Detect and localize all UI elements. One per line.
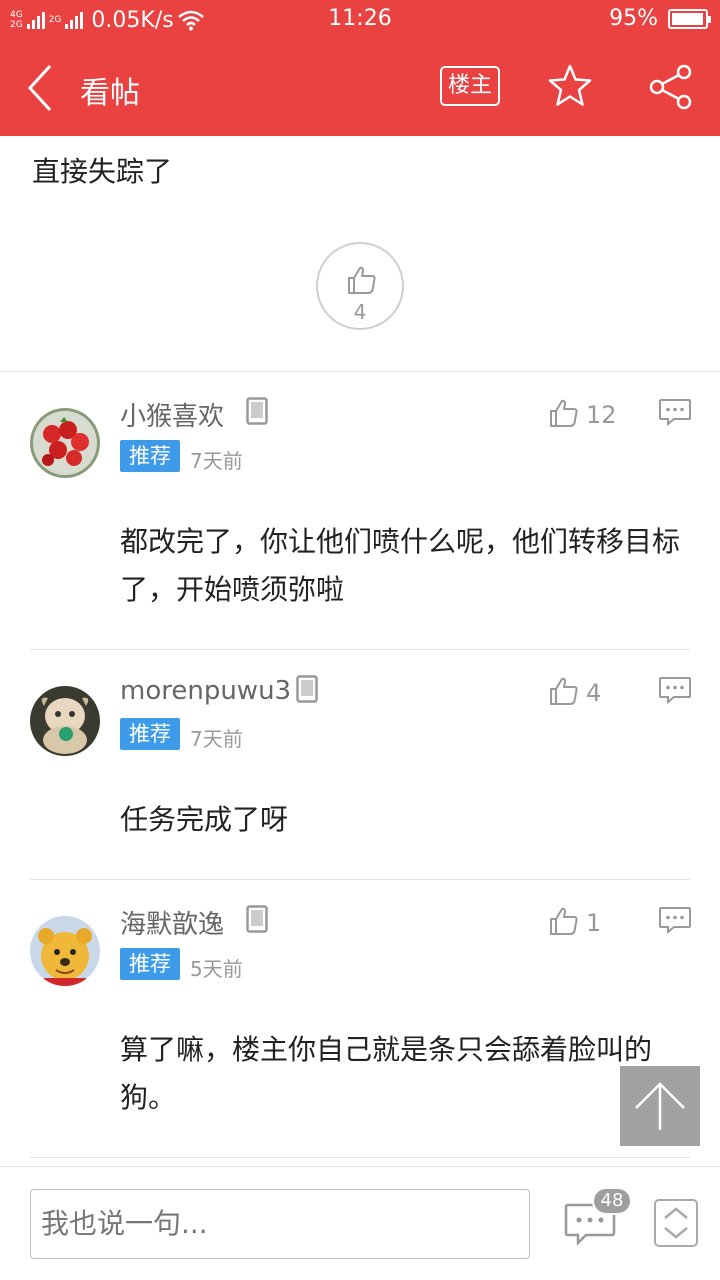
divider bbox=[30, 649, 690, 650]
divider bbox=[30, 1157, 690, 1158]
arrow-up-icon bbox=[635, 1082, 685, 1130]
post-like-button[interactable]: 4 bbox=[316, 242, 404, 330]
nav-bar: 看帖 楼主 bbox=[0, 40, 720, 136]
favorite-button[interactable] bbox=[546, 62, 594, 110]
bottom-bar: 我也说一句... 48 bbox=[0, 1166, 720, 1280]
comment-username[interactable]: 小猴喜欢 bbox=[120, 396, 224, 433]
back-button[interactable] bbox=[22, 60, 62, 116]
comment-count-badge: 48 bbox=[592, 1187, 632, 1215]
back-to-top-button[interactable] bbox=[620, 1066, 700, 1146]
recommend-badge: 推荐 bbox=[120, 948, 180, 980]
thumbs-up-icon[interactable] bbox=[548, 397, 580, 429]
comment-like-count: 12 bbox=[586, 401, 617, 429]
chevron-up-down-icon bbox=[664, 1207, 688, 1239]
owner-only-button[interactable]: 楼主 bbox=[440, 66, 500, 106]
star-icon bbox=[548, 64, 592, 106]
reply-icon[interactable] bbox=[658, 398, 692, 426]
battery-area: 95% bbox=[609, 6, 711, 31]
avatar[interactable] bbox=[30, 686, 100, 756]
share-button[interactable] bbox=[648, 64, 694, 110]
thumbs-up-icon[interactable] bbox=[548, 905, 580, 937]
comment-text: 任务完成了呀 bbox=[120, 803, 289, 836]
recommend-badge: 推荐 bbox=[120, 440, 180, 472]
comment-like-count: 4 bbox=[586, 679, 602, 707]
comment-username[interactable]: morenpuwu3 bbox=[120, 676, 291, 706]
comment-text: 算了嘛，楼主你自己就是条只会舔着脸叫的狗。 bbox=[120, 1033, 653, 1114]
avatar[interactable] bbox=[30, 916, 100, 986]
recommend-badge: 推荐 bbox=[120, 718, 180, 750]
avatar[interactable] bbox=[30, 408, 100, 478]
divider bbox=[30, 879, 690, 880]
post-like-count: 4 bbox=[353, 300, 367, 324]
comment-time: 5天前 bbox=[190, 957, 243, 981]
page-title: 看帖 bbox=[80, 76, 140, 111]
status-bar: 4G 2G 2G 0.05K/s 11:26 95% bbox=[0, 0, 720, 40]
reply-icon[interactable] bbox=[658, 676, 692, 704]
comment-time: 7天前 bbox=[190, 727, 243, 751]
reply-icon[interactable] bbox=[658, 906, 692, 934]
phone-icon bbox=[246, 905, 268, 933]
chevron-left-icon bbox=[27, 64, 52, 112]
battery-icon bbox=[668, 8, 711, 29]
share-icon bbox=[649, 64, 692, 110]
post-body-text: 直接失踪了 bbox=[32, 155, 173, 188]
divider bbox=[0, 371, 720, 372]
thumbs-up-icon bbox=[348, 266, 376, 294]
comment-text: 都改完了，你让他们喷什么呢，他们转移目标了，开始喷须弥啦 bbox=[120, 525, 681, 606]
comment-time: 7天前 bbox=[190, 449, 243, 473]
thumbs-up-icon[interactable] bbox=[548, 675, 580, 707]
phone-icon bbox=[246, 397, 268, 425]
app-header: 4G 2G 2G 0.05K/s 11:26 95% 看帖 楼主 bbox=[0, 0, 720, 136]
comment-input[interactable]: 我也说一句... bbox=[30, 1189, 530, 1259]
comment-username[interactable]: 海默歆逸 bbox=[120, 904, 224, 941]
page-scroll-button[interactable] bbox=[654, 1199, 698, 1247]
phone-icon bbox=[296, 675, 318, 703]
comment-like-count: 1 bbox=[586, 909, 602, 937]
battery-percent: 95% bbox=[609, 6, 658, 31]
